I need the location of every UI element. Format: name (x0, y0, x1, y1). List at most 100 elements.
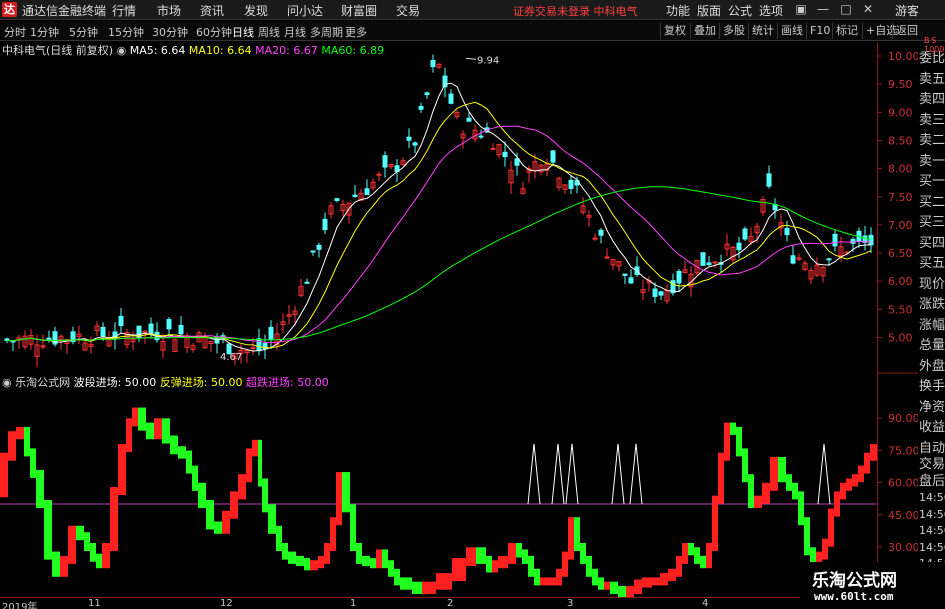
tab-period[interactable]: 1分钟 (30, 24, 59, 40)
guest-label[interactable]: 游客 (895, 2, 919, 19)
candle-body (412, 142, 418, 146)
candle-body (406, 136, 412, 141)
draw-line-button[interactable]: 画线 (777, 23, 806, 39)
indicator-step (834, 491, 840, 517)
entry-signal-marker (611, 443, 625, 505)
menu-discover[interactable]: 发现 (244, 2, 268, 19)
watermark-title: 乐淘公式网 (812, 571, 897, 591)
indicator-step (178, 446, 186, 459)
side-panel-item[interactable]: 现价 (919, 274, 945, 295)
indicator-step (556, 568, 562, 586)
watermark: 乐淘公式网 www.60lt.com (800, 562, 945, 609)
tab-period[interactable]: 15分钟 (108, 24, 144, 40)
close-icon[interactable]: ✕ (860, 1, 876, 17)
minimize-icon[interactable]: — (815, 1, 831, 17)
menu-function[interactable]: 功能 (666, 2, 690, 19)
indicator-step (730, 422, 736, 435)
indicator-step (516, 543, 522, 558)
indicator-step (262, 478, 268, 513)
candle-body (256, 338, 262, 352)
menu-trade[interactable]: 交易 (396, 2, 420, 19)
side-panel-item[interactable]: 净资 (919, 397, 945, 418)
candlestick-chart[interactable]: 9.94 4.67 (0, 42, 877, 372)
side-panel-item[interactable]: 卖一 (919, 151, 945, 172)
candle-body (790, 255, 796, 264)
tab-period[interactable]: 周线 (258, 24, 280, 40)
price-tick-label: 7.50 (888, 191, 913, 204)
candle-body (250, 347, 256, 350)
indicator-step (412, 581, 422, 594)
indicator-step (246, 448, 252, 483)
adjust-button[interactable]: 复权 (660, 23, 689, 39)
indicator-step (388, 560, 394, 577)
candle-body (376, 173, 382, 176)
tab-period[interactable]: 60分钟 (196, 24, 232, 40)
tab-period[interactable]: 月线 (284, 24, 306, 40)
indicator-step (522, 549, 528, 564)
date-tick-label: 12 (220, 598, 233, 609)
side-panel-item[interactable]: 买二 (919, 192, 945, 213)
candle-body (178, 324, 184, 335)
tab-period[interactable]: 5分钟 (69, 24, 98, 40)
price-tick-label: 9.50 (888, 78, 913, 91)
indicator-chart[interactable] (0, 388, 877, 597)
indicator-step (102, 543, 110, 569)
indicator-step (840, 482, 846, 500)
price-tick-label: 8.50 (888, 134, 913, 147)
menu-news[interactable]: 资讯 (200, 2, 224, 19)
side-panel-item[interactable]: 涨幅 (919, 315, 945, 336)
candle-body (568, 179, 574, 189)
statistics-button[interactable]: 统计 (748, 23, 777, 39)
menu-ask-xiaoda[interactable]: 问小达 (287, 2, 323, 19)
side-panel-item[interactable]: 总量 (919, 335, 945, 356)
indicator-step (400, 577, 412, 590)
indicator-step (688, 543, 694, 556)
menu-quotes[interactable]: 行情 (112, 2, 136, 19)
mark-button[interactable]: 标记 (832, 23, 861, 39)
indicator-step (492, 560, 498, 573)
indicator-step (580, 543, 586, 564)
indicator-step (376, 549, 382, 569)
indicator-step (804, 517, 810, 556)
side-panel-item[interactable]: 卖二 (919, 130, 945, 151)
menu-layout[interactable]: 版面 (697, 2, 721, 19)
tab-daily[interactable]: 日线 (232, 24, 254, 40)
candle-body (736, 242, 742, 251)
side-panel-item[interactable]: 买一 (919, 171, 945, 192)
indicator-step (84, 532, 90, 551)
side-panel-item[interactable]: 卖五 (919, 69, 945, 90)
tab-period[interactable]: 多周期 (310, 24, 343, 40)
side-panel-item[interactable]: 外盘 (919, 356, 945, 377)
skin-icon[interactable]: ▣ (793, 1, 809, 17)
side-panel-item[interactable]: 收益 (919, 417, 945, 438)
overlay-button[interactable]: 叠加 (690, 23, 719, 39)
candle-body (478, 135, 484, 138)
menu-options[interactable]: 选项 (759, 2, 783, 19)
side-panel-item[interactable]: 委比 (919, 48, 945, 69)
entry-signal-marker (527, 443, 541, 505)
menu-wealth-circle[interactable]: 财富圈 (341, 2, 377, 19)
indicator-step (118, 444, 126, 496)
f10-button[interactable]: F10 (806, 23, 833, 39)
maximize-icon[interactable]: □ (838, 1, 854, 17)
indicator-step (362, 555, 370, 567)
indicator-step (96, 553, 102, 569)
side-panel-item[interactable]: 买三 (919, 212, 945, 233)
candle-body (676, 271, 682, 284)
side-panel-item[interactable]: 买五 (919, 253, 945, 274)
tab-period[interactable]: 分时 (4, 24, 26, 40)
side-panel-item[interactable]: 买四 (919, 233, 945, 254)
side-panel-item[interactable]: 涨跌 (919, 294, 945, 315)
side-panel-item[interactable]: 卖四 (919, 89, 945, 110)
entry-signal-marker (629, 443, 643, 505)
side-panel-item[interactable]: 换手 (919, 376, 945, 397)
multi-stock-button[interactable]: 多股 (719, 23, 748, 39)
high-price-label: 9.94 (477, 55, 499, 66)
indicator-step (586, 555, 592, 577)
menu-market[interactable]: 市场 (157, 2, 181, 19)
tab-more[interactable]: 更多 (345, 24, 367, 40)
back-button[interactable]: 返回 (892, 23, 921, 39)
tab-period[interactable]: 30分钟 (152, 24, 188, 40)
menu-formula[interactable]: 公式 (728, 2, 752, 19)
side-panel-item[interactable]: 卖三 (919, 110, 945, 131)
